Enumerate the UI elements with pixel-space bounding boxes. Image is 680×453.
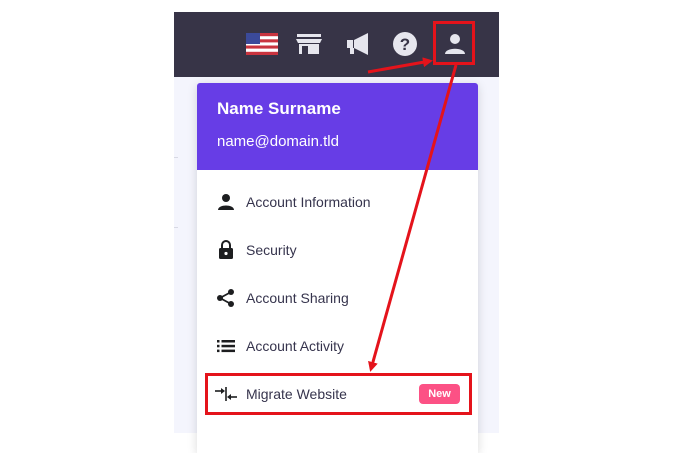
menu-item-label: Account Information bbox=[246, 194, 371, 210]
megaphone-icon[interactable] bbox=[344, 28, 374, 60]
account-email: name@domain.tld bbox=[217, 133, 339, 150]
account-dropdown: Name Surname name@domain.tld Account Inf… bbox=[197, 83, 478, 453]
help-icon[interactable]: ? bbox=[390, 28, 420, 60]
menu-item-label: Migrate Website bbox=[246, 386, 347, 402]
account-header: Name Surname name@domain.tld bbox=[197, 83, 478, 170]
person-icon bbox=[215, 191, 237, 213]
account-name: Name Surname bbox=[217, 99, 341, 118]
menu-item-security[interactable]: Security bbox=[197, 230, 478, 270]
store-icon[interactable] bbox=[295, 28, 323, 60]
user-menu-button[interactable] bbox=[437, 25, 473, 63]
background-divider bbox=[174, 157, 178, 158]
menu-item-migrate-website[interactable]: Migrate Website New bbox=[197, 374, 478, 414]
menu-item-account-information[interactable]: Account Information bbox=[197, 182, 478, 222]
lock-icon bbox=[215, 239, 237, 261]
new-badge: New bbox=[419, 384, 460, 404]
share-icon bbox=[215, 287, 237, 309]
menu-item-label: Account Activity bbox=[246, 338, 345, 354]
top-navigation-bar: ? bbox=[174, 12, 499, 77]
svg-text:?: ? bbox=[400, 35, 410, 54]
menu-item-label: Security bbox=[246, 242, 297, 258]
background-divider bbox=[174, 227, 178, 228]
migrate-icon bbox=[215, 383, 237, 405]
menu-item-account-sharing[interactable]: Account Sharing bbox=[197, 278, 478, 318]
user-icon bbox=[445, 34, 465, 54]
menu-item-account-activity[interactable]: Account Activity bbox=[197, 326, 478, 366]
us-flag-icon[interactable] bbox=[246, 28, 278, 60]
menu-item-label: Account Sharing bbox=[246, 290, 349, 306]
list-icon bbox=[215, 335, 237, 357]
